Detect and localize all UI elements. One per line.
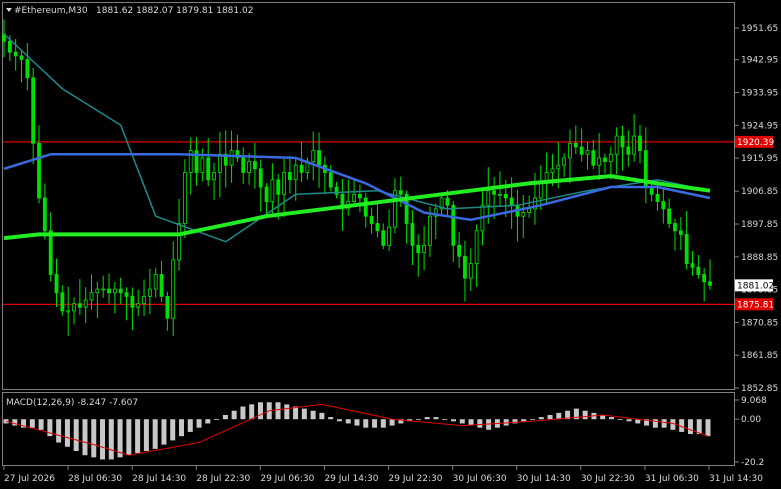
macd-bar <box>293 406 299 420</box>
macd-bar <box>389 419 395 426</box>
macd-bar <box>135 419 141 454</box>
macd-bar <box>240 406 246 420</box>
price-tick-label: 1951.65 <box>741 24 778 34</box>
macd-bar <box>170 419 176 441</box>
macd-bar <box>363 419 369 428</box>
time-tick-label: 30 Jul 22:30 <box>581 474 635 484</box>
macd-bar <box>661 419 667 428</box>
macd-bar <box>582 410 588 420</box>
macd-bar <box>617 419 623 421</box>
symbol-label: #Ethereum,M30 <box>14 6 88 16</box>
macd-bar <box>705 419 711 437</box>
macd-bar <box>608 417 614 420</box>
macd-bar <box>696 419 702 435</box>
macd-bar <box>126 419 132 456</box>
ohlc-values: 1881.62 1882.07 1879.81 1881.02 <box>96 6 253 16</box>
macd-bar <box>354 419 360 426</box>
price-tick-label: 1933.95 <box>741 88 778 98</box>
macd-tick-label: 9.068 <box>741 396 767 406</box>
macd-bar <box>687 419 693 435</box>
macd-bar <box>626 419 632 422</box>
macd-bar <box>380 419 386 428</box>
macd-bar <box>161 419 167 445</box>
macd-bar <box>152 419 158 449</box>
macd-bar <box>12 419 18 426</box>
macd-bar <box>214 419 220 421</box>
macd-bar <box>100 419 106 460</box>
macd-bar <box>143 419 149 451</box>
macd-bar <box>372 419 378 428</box>
macd-bar <box>56 419 62 443</box>
price-tick-label: 1852.85 <box>741 384 778 394</box>
time-tick-label: 28 Jul 06:30 <box>68 474 122 484</box>
time-tick-label: 29 Jul 22:30 <box>389 474 443 484</box>
macd-bar <box>196 419 202 428</box>
time-tick-label: 30 Jul 14:30 <box>517 474 571 484</box>
macd-bar <box>64 419 70 447</box>
macd-bar <box>477 419 483 428</box>
price-tick-label: 1942.95 <box>741 56 778 66</box>
macd-bar <box>652 419 658 428</box>
price-tick-label: 1861.85 <box>741 351 778 361</box>
macd-bar <box>310 410 316 420</box>
macd-bar <box>38 419 44 430</box>
time-tick-label: 29 Jul 06:30 <box>260 474 314 484</box>
macd-bar <box>205 419 211 424</box>
macd-bar <box>547 414 553 420</box>
time-tick-label: 28 Jul 14:30 <box>132 474 186 484</box>
macd-bar <box>91 419 97 458</box>
price-tick-label: 1870.85 <box>741 318 778 328</box>
macd-bar <box>530 419 535 421</box>
price-tick-label: 1888.85 <box>741 253 778 263</box>
trading-chart[interactable]: 1951.65 1942.95 1933.95 1924.95 1915.95 1906.… <box>0 0 781 489</box>
price-tick-label: 1906.85 <box>741 187 778 197</box>
macd-bar <box>29 419 35 428</box>
macd-bar <box>415 419 421 421</box>
macd-bar <box>319 412 325 420</box>
price-tick-label: 1915.95 <box>741 154 778 164</box>
time-tick-label: 27 Jul 2026 <box>4 474 55 484</box>
macd-bar <box>442 419 448 421</box>
macd-bar <box>424 417 430 420</box>
macd-bar <box>284 404 290 420</box>
time-tick-label: 28 Jul 22:30 <box>196 474 250 484</box>
macd-bar <box>451 419 457 422</box>
macd-bar <box>82 419 88 456</box>
price-tick-label: 1897.85 <box>741 220 778 230</box>
macd-tick-label: 0.00 <box>741 415 761 425</box>
macd-label: MACD(12,26,9) -8.247 -7.607 <box>6 398 138 408</box>
macd-bar <box>73 419 79 451</box>
macd-tick-label: -20.2 <box>741 458 764 468</box>
macd-bar <box>222 414 228 420</box>
macd-bar <box>459 419 465 424</box>
level-price-label: 1875.81 <box>737 300 774 310</box>
level-price-label: 1920.39 <box>737 138 774 148</box>
macd-bar <box>538 417 544 420</box>
macd-bar <box>521 419 527 422</box>
macd-bar <box>328 417 334 420</box>
time-tick-label: 31 Jul 14:30 <box>709 474 763 484</box>
macd-bar <box>336 419 342 422</box>
price-tick-label: 1924.95 <box>741 121 778 131</box>
macd-bar <box>556 412 562 420</box>
macd-bar <box>433 417 439 420</box>
macd-bar <box>187 419 193 432</box>
time-tick-label: 29 Jul 14:30 <box>324 474 378 484</box>
time-tick-label: 30 Jul 06:30 <box>453 474 507 484</box>
current-price-label: 1881.02 <box>737 281 774 291</box>
macd-bar <box>345 419 351 424</box>
macd-bar <box>275 402 281 420</box>
macd-bar <box>179 419 184 437</box>
macd-bar <box>108 419 114 460</box>
time-tick-label: 31 Jul 06:30 <box>645 474 699 484</box>
macd-bar <box>231 410 237 420</box>
macd-bar <box>249 404 255 420</box>
macd-bar <box>257 402 263 420</box>
macd-bar <box>301 408 307 420</box>
